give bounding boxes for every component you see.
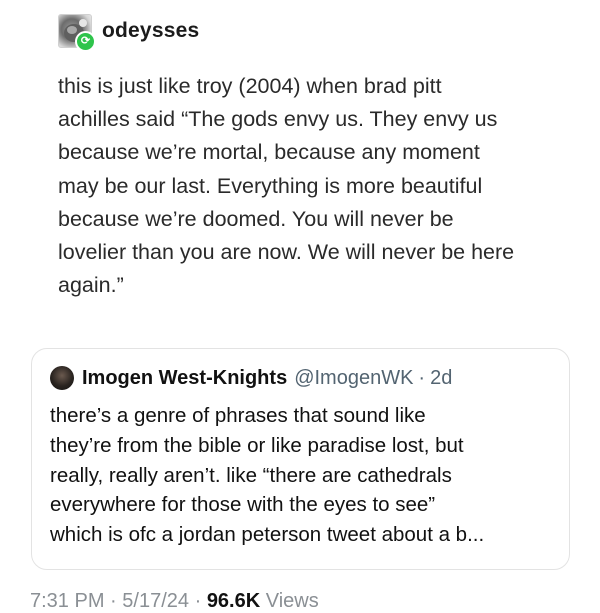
tumblr-avatar[interactable]: ⟳	[58, 14, 96, 52]
views-label: Views	[265, 590, 319, 612]
reblog-icon: ⟳	[75, 31, 96, 52]
tumblr-post-header: ⟳ odeysses	[58, 14, 199, 52]
quoted-tweet-avatar[interactable]	[50, 366, 74, 390]
tumblr-username[interactable]: odeysses	[102, 19, 199, 43]
quoted-tweet-card[interactable]: Imogen West-Knights @ImogenWK · 2d there…	[31, 348, 570, 570]
quoted-tweet-header: Imogen West-Knights @ImogenWK · 2d	[50, 363, 551, 393]
quoted-tweet-text: there’s a genre of phrases that sound li…	[50, 404, 485, 547]
quoted-tweet-handle[interactable]: @ImogenWK	[294, 367, 413, 390]
views-count: 96.6K	[206, 590, 261, 612]
tweet-footer-meta: 7:31 PM · 5/17/24 · 96.6K Views	[30, 590, 319, 613]
quoted-tweet-display-name[interactable]: Imogen West-Knights	[82, 367, 287, 390]
tumblr-post-text: this is just like troy (2004) when brad …	[58, 74, 515, 298]
tweet-time[interactable]: 7:31 PM	[30, 590, 104, 612]
tweet-date[interactable]: 5/17/24	[122, 590, 189, 612]
dot-separator: ·	[194, 590, 202, 612]
dot-separator: ·	[418, 366, 426, 389]
quoted-tweet-time[interactable]: 2d	[430, 367, 452, 390]
dot-separator: ·	[110, 590, 117, 612]
